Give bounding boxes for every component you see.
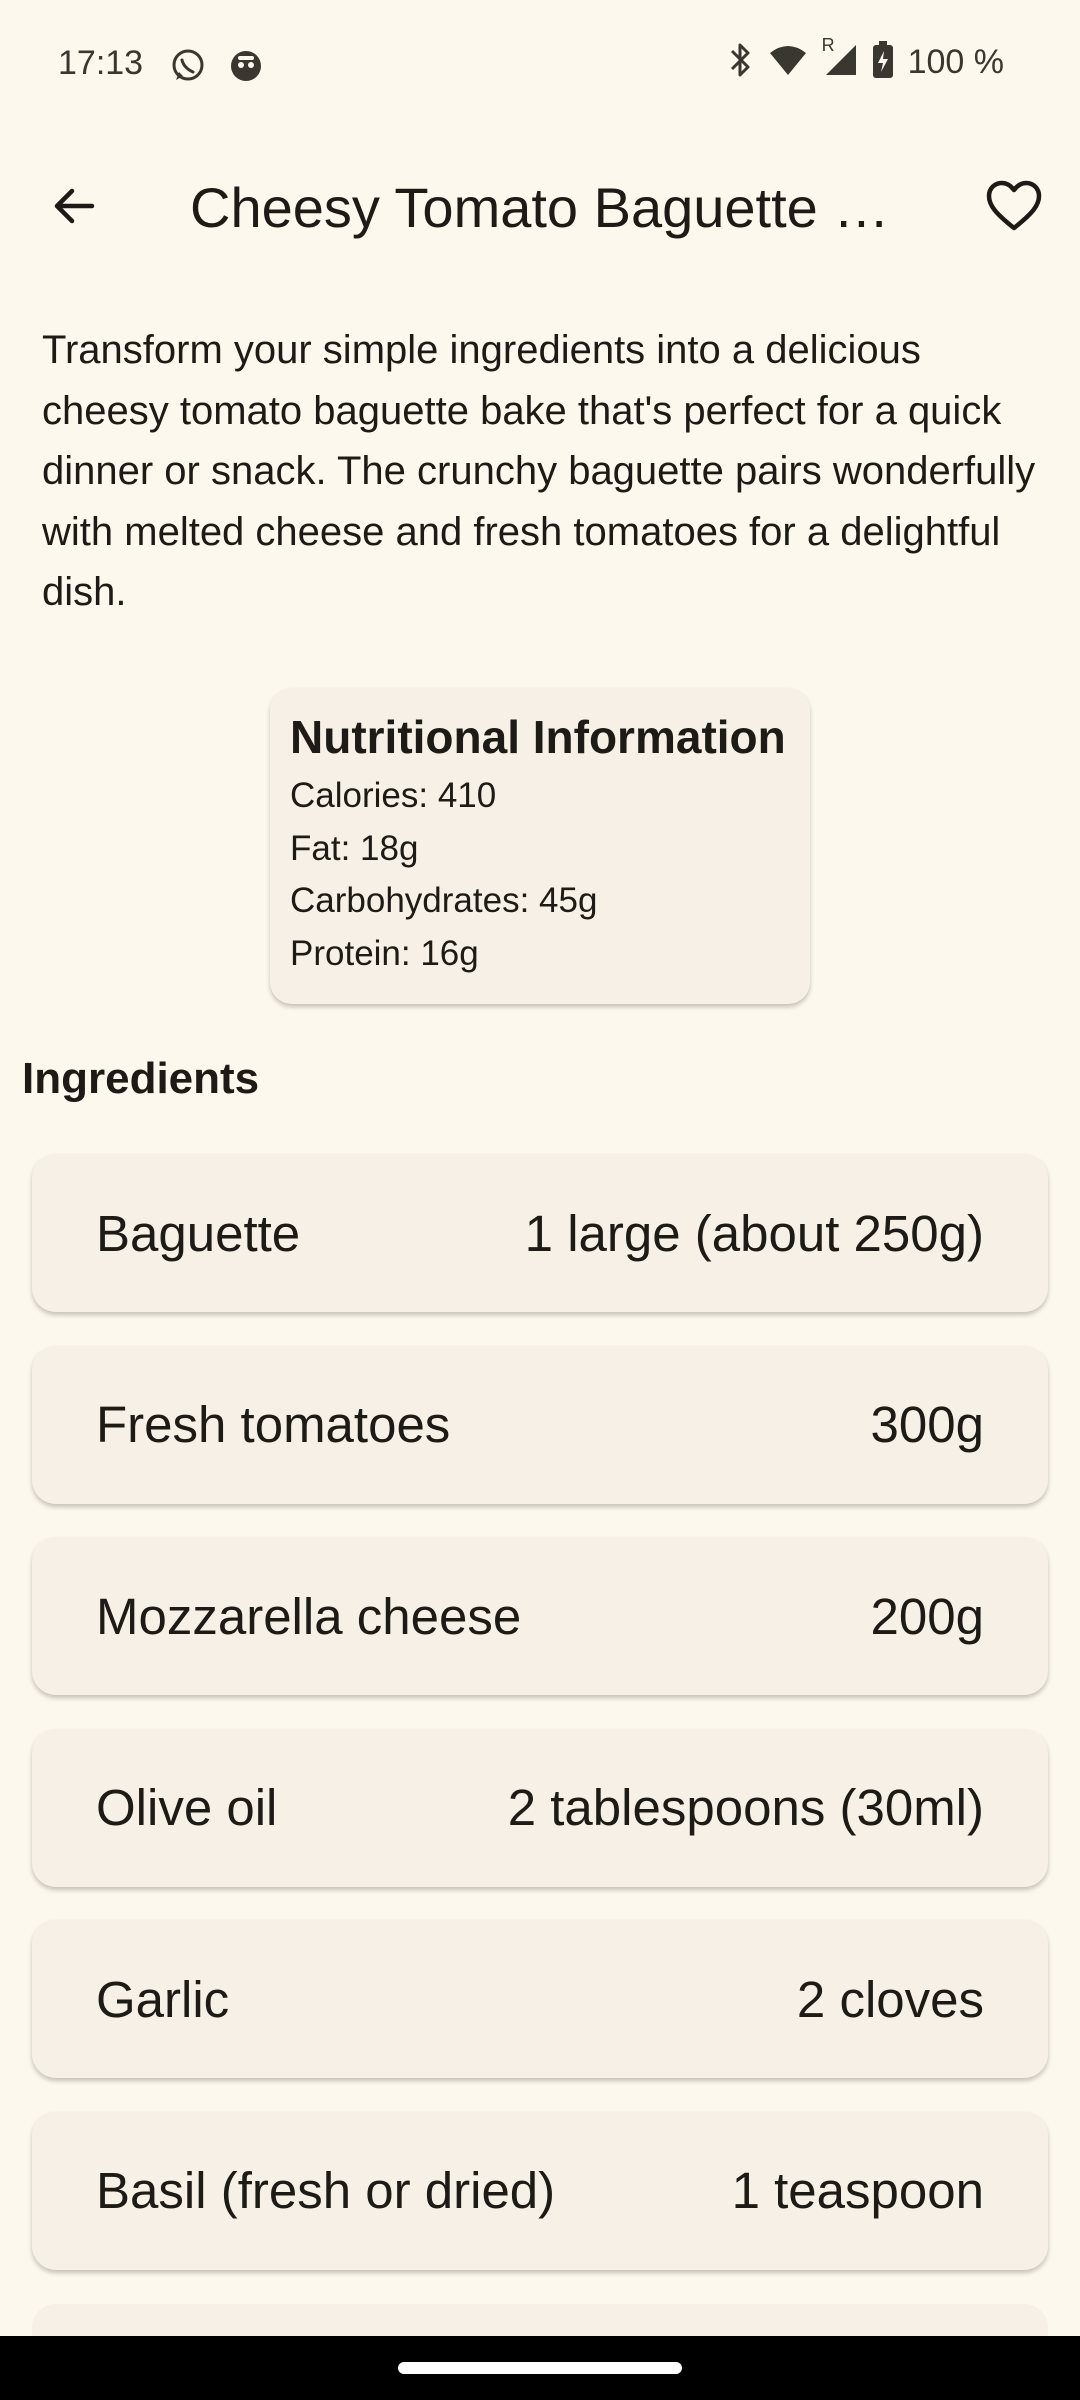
arrow-back-icon	[50, 182, 98, 235]
battery-charging-icon	[872, 40, 894, 84]
ingredient-name: Mozzarella cheese	[96, 1587, 522, 1645]
nutrition-calories: Calories: 410	[290, 776, 497, 815]
ingredient-amount: 200g	[870, 1587, 984, 1645]
status-time: 17:13	[58, 44, 144, 82]
ingredient-item[interactable]: Mozzarella cheese 200g	[32, 1537, 1048, 1695]
nutrition-carbohydrates: Carbohydrates: 45g	[290, 881, 598, 920]
nutrition-protein: Protein: 16g	[290, 933, 479, 973]
nutrition-title: Nutritional Information	[290, 711, 786, 763]
ingredient-amount: 1 large (about 250g)	[524, 1204, 984, 1262]
ingredient-item[interactable]: Olive oil 2 tablespoons (30ml)	[32, 1728, 1048, 1887]
status-right-group: R 100 %	[726, 35, 1004, 84]
ingredient-item[interactable]: Baguette 1 large (about 250g)	[32, 1154, 1048, 1312]
ingredient-amount: 2 cloves	[796, 1970, 984, 2028]
nutrition-card: Nutritional Information Calories: 410 Fa…	[270, 688, 810, 1004]
ingredient-item[interactable]: Fresh tomatoes 300g	[32, 1345, 1048, 1504]
heart-outline-icon	[985, 180, 1043, 237]
ingredient-name: Baguette	[96, 1204, 301, 1262]
roaming-indicator: R	[821, 34, 835, 55]
ingredient-name: Olive oil	[96, 1779, 278, 1836]
wifi-icon	[768, 43, 808, 82]
favorite-button[interactable]	[974, 172, 1054, 244]
bluetooth-icon	[726, 41, 754, 84]
navigation-bar	[0, 2336, 1080, 2400]
nutrition-fat: Fat: 18g	[290, 828, 419, 868]
ingredients-list: Baguette 1 large (about 250g) Fresh toma…	[32, 1154, 1048, 2303]
ingredient-name: Garlic	[96, 1970, 230, 2028]
ingredient-name: Basil (fresh or dried)	[96, 2162, 556, 2219]
home-gesture-handle[interactable]	[398, 2362, 682, 2374]
battery-percentage: 100 %	[907, 42, 1004, 81]
ingredient-name: Fresh tomatoes	[96, 1396, 451, 1453]
ingredient-amount: 300g	[870, 1396, 984, 1453]
recipe-description: Transform your simple ingredients into a…	[42, 328, 1036, 614]
status-bar: 17:13 R 100 %	[0, 0, 1080, 130]
page-title: Cheesy Tomato Baguette …	[190, 176, 890, 239]
ingredients-heading: Ingredients	[22, 1054, 260, 1103]
messenger-app-icon	[228, 48, 264, 84]
ingredient-amount: 1 teaspoon	[731, 2162, 984, 2219]
ingredient-item[interactable]: Basil (fresh or dried) 1 teaspoon	[32, 2111, 1048, 2270]
whatsapp-icon	[170, 48, 206, 84]
cell-signal-icon: R	[822, 35, 858, 82]
app-bar: Cheesy Tomato Baguette …	[0, 150, 1080, 260]
back-button[interactable]	[38, 172, 110, 244]
ingredient-item[interactable]: Garlic 2 cloves	[32, 1920, 1048, 2078]
ingredient-amount: 2 tablespoons (30ml)	[507, 1779, 984, 1836]
